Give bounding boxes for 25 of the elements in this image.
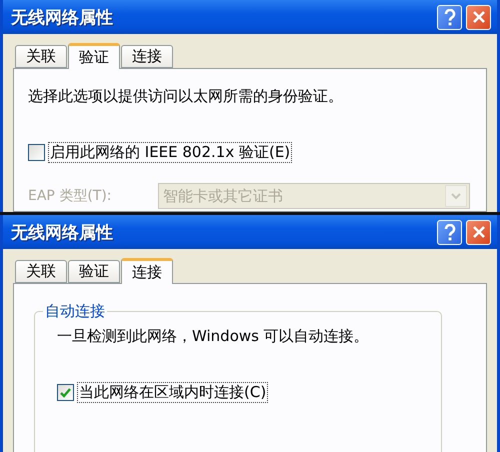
description-text: 选择此选项以提供访问以太网所需的身份验证。 [28, 87, 344, 106]
description-text: 一旦检测到此网络，Windows 可以自动连接。 [57, 327, 370, 346]
window-title: 无线网络属性 [11, 6, 114, 28]
chevron-down-icon [445, 185, 467, 207]
checkbox[interactable] [28, 144, 45, 161]
group-legend: 自动连接 [43, 302, 107, 321]
tab[interactable]: 验证 [68, 43, 120, 69]
tab[interactable]: 关联 [15, 260, 67, 283]
help-icon [444, 224, 456, 240]
close-button[interactable] [466, 4, 491, 30]
close-button[interactable] [466, 220, 491, 244]
window-title: 无线网络属性 [11, 222, 114, 244]
help-button[interactable] [437, 220, 462, 244]
tab[interactable]: 连接 [121, 45, 173, 68]
checkbox[interactable] [57, 384, 74, 401]
close-icon [472, 10, 486, 24]
help-button[interactable] [437, 4, 462, 30]
field-label: EAP 类型(T): [28, 187, 113, 205]
tab[interactable]: 连接 [121, 258, 173, 284]
tab[interactable]: 关联 [15, 45, 67, 68]
checkbox-label[interactable]: 启用此网络的 IEEE 802.1x 验证(E) [48, 142, 292, 163]
checkbox-label[interactable]: 当此网络在区域内时连接(C) [77, 382, 268, 403]
help-icon [444, 8, 456, 26]
close-icon [472, 225, 486, 239]
tab[interactable]: 验证 [68, 260, 120, 283]
